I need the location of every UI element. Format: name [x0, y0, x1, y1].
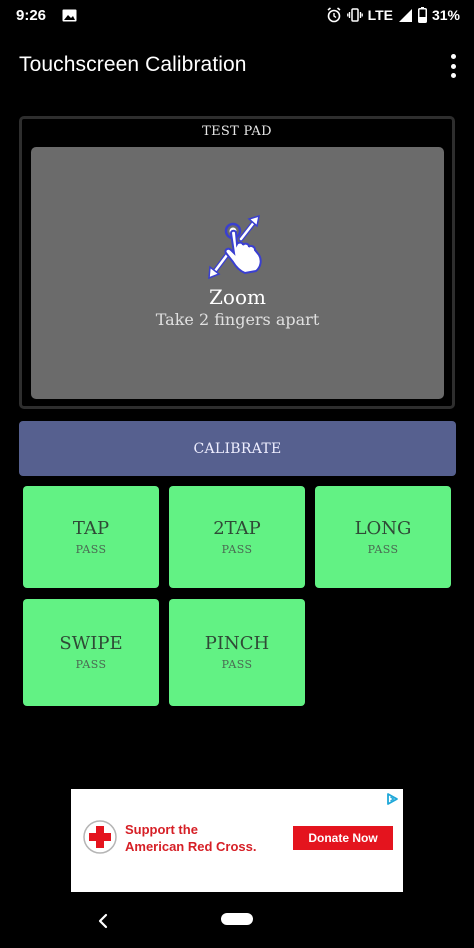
image-icon [62, 9, 77, 22]
test-tile-swipe[interactable]: SWIPE PASS [23, 599, 159, 706]
ad-banner[interactable]: Support the American Red Cross. Donate N… [71, 789, 403, 892]
ad-headline-line: American Red Cross. [125, 839, 257, 854]
status-bar: 9:26 LTE 31% [0, 0, 474, 34]
ad-choices-icon[interactable] [385, 792, 399, 806]
test-status: PASS [367, 543, 399, 556]
test-tile-pinch[interactable]: PINCH PASS [169, 599, 305, 706]
test-name: TAP [72, 518, 110, 539]
battery-icon [417, 7, 427, 23]
network-type: LTE [367, 7, 393, 23]
back-icon[interactable] [96, 912, 110, 930]
test-name: PINCH [204, 633, 270, 654]
battery-level: 31% [431, 7, 460, 23]
navigation-bar [0, 900, 474, 948]
test-pad: TEST PAD Zoom Take 2 fingers apart [19, 116, 455, 409]
test-tile-tap[interactable]: TAP PASS [23, 486, 159, 588]
home-pill[interactable] [221, 913, 253, 925]
test-name: LONG [354, 518, 412, 539]
vibrate-icon [346, 8, 363, 22]
signal-icon [398, 8, 412, 22]
test-status: PASS [221, 658, 253, 671]
donate-now-button[interactable]: Donate Now [293, 826, 393, 850]
calibrate-button[interactable]: CALIBRATE [19, 421, 456, 476]
alarm-icon [327, 7, 341, 23]
app-bar: Touchscreen Calibration [0, 34, 474, 98]
ad-headline-line: Support the [125, 822, 198, 837]
status-time: 9:26 [16, 7, 47, 24]
test-name: 2TAP [213, 518, 261, 539]
red-cross-logo [83, 820, 117, 854]
test-tile-long[interactable]: LONG PASS [315, 486, 451, 588]
ad-headline: Support the American Red Cross. [125, 821, 257, 855]
pinch-zoom-gesture-icon [208, 214, 262, 280]
page-title: Touchscreen Calibration [19, 53, 247, 76]
test-pad-area[interactable]: Zoom Take 2 fingers apart [31, 147, 444, 399]
gesture-title: Zoom [209, 285, 266, 309]
test-tile-2tap[interactable]: 2TAP PASS [169, 486, 305, 588]
overflow-menu-icon[interactable] [446, 54, 460, 78]
gesture-hint: Take 2 fingers apart [155, 310, 320, 329]
test-status: PASS [221, 543, 253, 556]
test-status: PASS [75, 543, 107, 556]
test-name: SWIPE [59, 633, 123, 654]
status-icons: LTE 31% [326, 7, 460, 23]
test-pad-label: TEST PAD [202, 124, 272, 139]
test-status: PASS [75, 658, 107, 671]
